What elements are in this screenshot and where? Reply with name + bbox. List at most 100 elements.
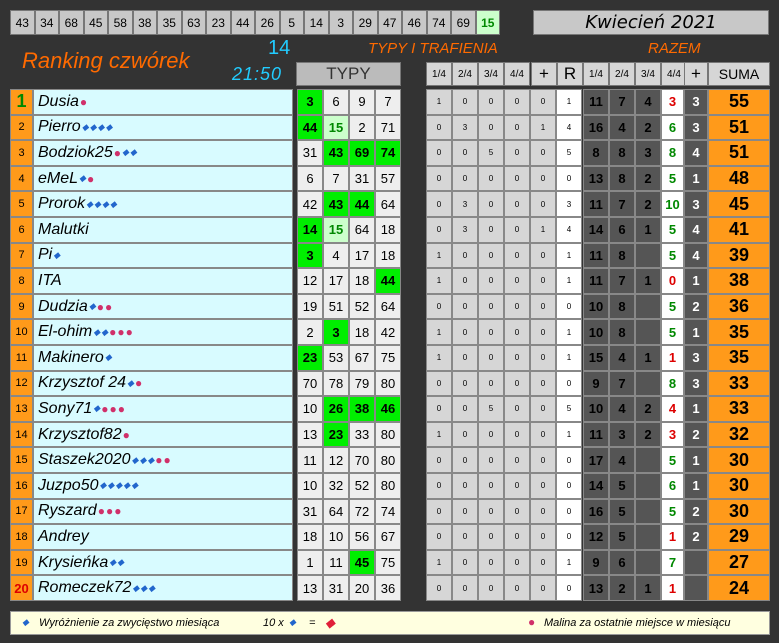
player-name: Krzysztof82 — [38, 425, 122, 443]
hit-count-cell: 0 — [452, 498, 478, 525]
razem-cell: 3 — [635, 140, 661, 166]
hit-count-cell: 0 — [530, 345, 556, 371]
suma-cell: 27 — [708, 549, 770, 576]
hit-count-cell: 1 — [426, 89, 452, 115]
raspberry-icon: ● — [117, 325, 125, 340]
hit-count-cell: 0 — [504, 268, 530, 294]
hit-count-cell: 0 — [530, 447, 556, 473]
suma-cell: 41 — [708, 217, 770, 243]
player-name-cell: eMeL ◆ ● — [33, 165, 293, 192]
hit-count-cell: 0 — [504, 140, 530, 166]
rank-cell: 13 — [10, 396, 33, 422]
pick-cell: 9 — [349, 89, 375, 115]
rank-cell: 8 — [10, 268, 33, 294]
hit-count-cell: 0 — [530, 575, 556, 601]
hit-count-cell: 0 — [530, 473, 556, 499]
hit-count-cell: 0 — [478, 89, 504, 115]
diamond-icon: ◆ — [97, 121, 105, 132]
hit-count-cell: 0 — [530, 370, 556, 397]
column-header: 2/4 — [452, 62, 478, 86]
razem-cell: 7 — [609, 370, 635, 397]
razem-plus-cell — [684, 575, 708, 601]
diamond-icon: ◆ — [101, 326, 109, 337]
pick-cell: 74 — [375, 140, 401, 166]
suma-cell: 30 — [708, 447, 770, 473]
pick-cell: 13 — [297, 421, 323, 448]
hit-count-cell: 0 — [426, 191, 452, 217]
player-name-cell: Staszek2020 ◆ ◆ ◆ ● ● — [33, 447, 293, 473]
pick-cell: 46 — [375, 396, 401, 422]
razem-4of4-cell: 7 — [661, 549, 684, 576]
draw-count: 14 — [268, 37, 291, 59]
pick-cell: 53 — [323, 345, 349, 371]
hit-count-cell: 5 — [556, 396, 582, 422]
rank-cell: 10 — [10, 319, 33, 345]
pick-cell: 14 — [297, 217, 323, 243]
rank-cell: 2 — [10, 114, 33, 141]
razem-plus-cell: 1 — [684, 447, 708, 473]
hit-count-cell: 0 — [426, 293, 452, 320]
razem-cell: 2 — [635, 114, 661, 141]
hit-count-cell: 0 — [556, 447, 582, 473]
player-name: Krysieńka — [38, 553, 109, 571]
hit-count-cell: 0 — [478, 421, 504, 448]
draw-time: 21:50 — [232, 64, 283, 84]
player-name-cell: Makinero ◆ — [33, 345, 293, 371]
razem-cell: 4 — [635, 89, 661, 115]
hit-count-cell: 0 — [504, 421, 530, 448]
footer-left-text: Wyróżnienie za zwycięstwo miesiąca — [39, 617, 220, 629]
hit-count-cell: 0 — [478, 268, 504, 294]
razem-4of4-cell: 5 — [661, 319, 684, 345]
pick-cell: 10 — [323, 524, 349, 550]
pick-cell: 72 — [349, 498, 375, 525]
razem-4of4-cell: 10 — [661, 191, 684, 217]
hit-count-cell: 0 — [530, 524, 556, 550]
hit-count-cell: 3 — [452, 114, 478, 141]
hit-count-cell: 0 — [426, 165, 452, 192]
player-name: Andrey — [38, 527, 89, 545]
hit-count-cell: 0 — [504, 242, 530, 269]
column-header: + — [531, 62, 557, 86]
hit-count-cell: 1 — [556, 421, 582, 448]
hit-count-cell: 0 — [426, 498, 452, 525]
raspberry-icon: ● — [86, 171, 95, 186]
hit-count-cell: 0 — [504, 473, 530, 499]
razem-cell — [635, 242, 661, 269]
razem-cell: 10 — [583, 293, 609, 320]
hit-count-cell: 0 — [530, 165, 556, 192]
player-name: Ryszard — [38, 502, 97, 520]
pick-cell: 7 — [375, 89, 401, 115]
hit-count-cell: 0 — [504, 447, 530, 473]
suma-cell: 36 — [708, 293, 770, 320]
razem-cell: 8 — [583, 140, 609, 166]
razem-cell: 8 — [609, 165, 635, 192]
razem-cell: 7 — [609, 89, 635, 115]
razem-cell — [635, 498, 661, 525]
hit-count-cell: 0 — [478, 575, 504, 601]
razem-label: RAZEM — [648, 40, 701, 57]
hit-count-cell: 0 — [478, 447, 504, 473]
razem-cell: 15 — [583, 345, 609, 371]
razem-plus-cell: 1 — [684, 473, 708, 499]
drawn-number: 15 — [475, 10, 500, 35]
rank-cell: 11 — [10, 345, 33, 371]
raspberry-icon: ● — [125, 325, 133, 340]
rank-cell: 15 — [10, 447, 33, 473]
diamond-icon: ◆ — [127, 377, 134, 388]
razem-cell: 8 — [609, 140, 635, 166]
hit-count-cell: 0 — [530, 242, 556, 269]
hit-count-cell: 0 — [556, 524, 582, 550]
diamond-icon: ◆ — [117, 557, 125, 568]
hit-count-cell: 0 — [478, 370, 504, 397]
diamond-icon: ◆ — [107, 480, 115, 491]
razem-cell: 4 — [609, 114, 635, 141]
raspberry-icon: ● — [134, 376, 143, 391]
hit-count-cell: 0 — [426, 575, 452, 601]
razem-4of4-cell: 5 — [661, 293, 684, 320]
pick-cell: 3 — [323, 319, 349, 345]
player-name: Romeczek72 — [38, 579, 132, 597]
pick-cell: 80 — [375, 370, 401, 397]
legend-footer: ◆ Wyróżnienie za zwycięstwo miesiąca 10 … — [10, 611, 770, 635]
pick-cell: 44 — [297, 114, 323, 141]
razem-cell: 1 — [635, 268, 661, 294]
